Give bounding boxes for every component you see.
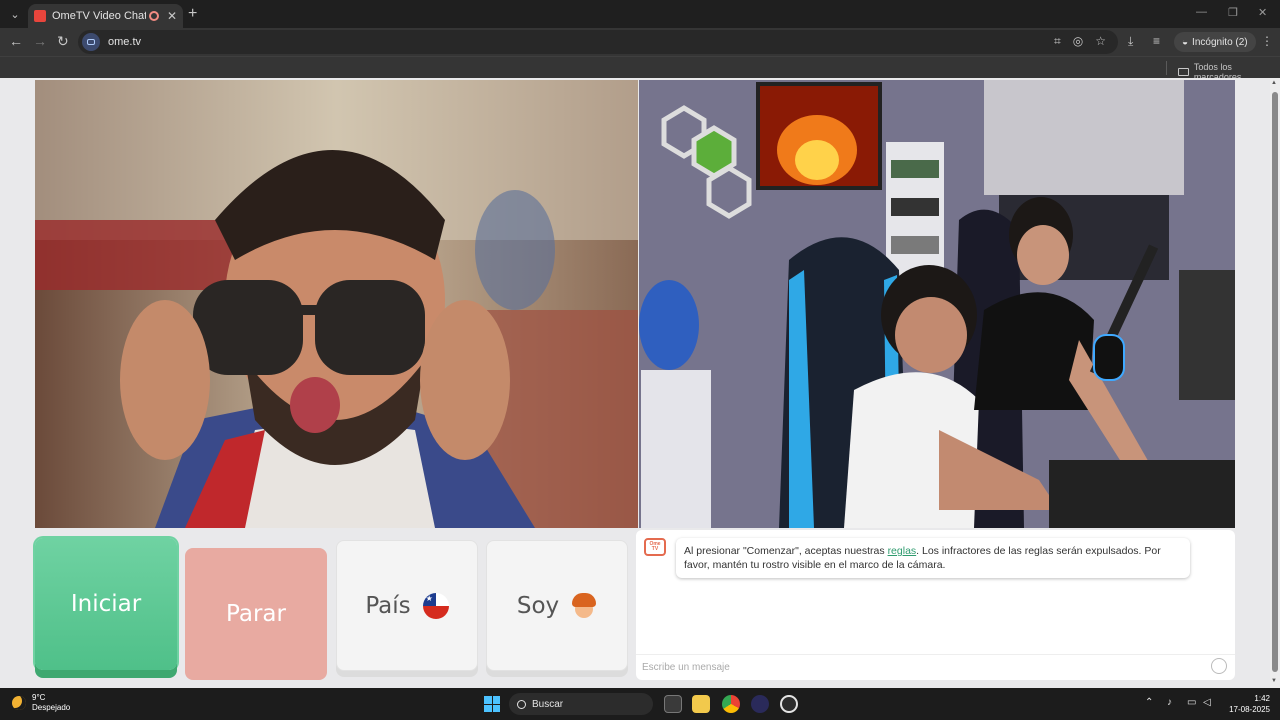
chile-flag-icon: ★ bbox=[422, 592, 449, 619]
taskbar-search[interactable]: Buscar bbox=[509, 693, 653, 715]
rules-link[interactable]: reglas bbox=[888, 545, 917, 557]
microphone-icon[interactable]: ♪ bbox=[1167, 697, 1172, 708]
reload-icon[interactable]: ↻ bbox=[57, 33, 69, 50]
incognito-badge[interactable]: ◒ Incógnito (2) bbox=[1174, 32, 1256, 52]
chrome-icon[interactable] bbox=[722, 695, 740, 713]
media-icon[interactable]: ≡ bbox=[1153, 34, 1160, 48]
browser-tab[interactable]: OmeTV Video Chat — Ome ✕ bbox=[28, 4, 183, 28]
ometv-favicon-icon bbox=[34, 10, 46, 22]
emoji-icon[interactable] bbox=[1211, 658, 1227, 674]
folder-icon bbox=[1178, 68, 1189, 76]
chat-panel: Ome TV Al presionar "Comenzar", aceptas n… bbox=[636, 530, 1235, 680]
eye-off-icon[interactable]: ◎ bbox=[1073, 34, 1083, 49]
page-scrollbar[interactable]: ▲ ▼ bbox=[1270, 78, 1280, 688]
stranger-video bbox=[35, 80, 638, 528]
self-video bbox=[639, 80, 1235, 528]
task-view-icon[interactable] bbox=[664, 695, 682, 713]
forward-icon[interactable]: → bbox=[33, 33, 47, 49]
search-label: Buscar bbox=[532, 698, 564, 710]
back-icon[interactable]: ← bbox=[9, 33, 23, 49]
ometv-page: Iniciar Parar País ★ Soy Ome TV Al presio… bbox=[0, 78, 1280, 688]
network-icon[interactable]: ▭ bbox=[1187, 697, 1196, 708]
download-icon[interactable]: ⤓ bbox=[1128, 34, 1133, 49]
taskbar-clock[interactable]: 1:42 17-08-2025 bbox=[1222, 693, 1270, 715]
obs-icon[interactable] bbox=[780, 695, 798, 713]
close-window-icon[interactable]: ✕ bbox=[1258, 6, 1267, 19]
address-bar[interactable]: ome.tv ⌗ ◎ ☆ bbox=[78, 30, 1118, 54]
stop-button[interactable]: Parar bbox=[185, 548, 327, 680]
search-icon bbox=[517, 699, 526, 709]
tab-title: OmeTV Video Chat — Ome bbox=[52, 10, 146, 22]
windows-taskbar: 9°C Despejado Buscar ⌃ ♪ ▭ ◁ 1:42 17-08-… bbox=[0, 688, 1280, 720]
weather-temp: 9°C bbox=[32, 693, 46, 702]
translate-icon[interactable]: ⌗ bbox=[1054, 34, 1061, 49]
menu-icon[interactable]: ⋮ bbox=[1261, 34, 1273, 48]
tab-search-button[interactable]: ⌄ bbox=[6, 5, 24, 23]
recording-icon bbox=[148, 11, 159, 21]
volume-icon[interactable]: ◁ bbox=[1203, 697, 1211, 708]
windows-start-icon[interactable] bbox=[484, 696, 500, 712]
divider bbox=[1166, 61, 1167, 75]
message-text-start: Al presionar "Comenzar", aceptas nuestra… bbox=[684, 545, 888, 557]
clock-date: 17-08-2025 bbox=[1229, 705, 1270, 714]
browser-toolbar: ← → ↻ ome.tv ⌗ ◎ ☆ ⤓ ≡ ◒ Incógnito (2) ⋮ bbox=[0, 28, 1280, 56]
scroll-thumb[interactable] bbox=[1272, 92, 1278, 672]
site-info-icon[interactable] bbox=[82, 33, 100, 51]
minimize-icon[interactable]: — bbox=[1196, 6, 1207, 18]
clock-time: 1:42 bbox=[1254, 694, 1270, 703]
new-tab-button[interactable]: + bbox=[188, 5, 197, 23]
tab-strip: ⌄ OmeTV Video Chat — Ome ✕ + — ❐ ✕ bbox=[0, 0, 1280, 28]
restore-icon[interactable]: ❐ bbox=[1228, 6, 1238, 19]
stop-label: Parar bbox=[226, 601, 286, 627]
start-label: Iniciar bbox=[70, 591, 142, 617]
bookmarks-bar: Todos los marcadores bbox=[0, 56, 1280, 82]
star-icon[interactable]: ☆ bbox=[1095, 34, 1106, 49]
chat-message-input[interactable] bbox=[642, 659, 1202, 675]
chat-input-row bbox=[636, 654, 1235, 678]
tray-expand-icon[interactable]: ⌃ bbox=[1145, 697, 1153, 708]
weather-desc: Despejado bbox=[32, 703, 71, 712]
app-icon[interactable] bbox=[751, 695, 769, 713]
gender-button[interactable]: Soy bbox=[486, 540, 628, 671]
country-label: País bbox=[365, 592, 411, 619]
scroll-up-icon[interactable]: ▲ bbox=[1271, 80, 1277, 86]
system-message: Al presionar "Comenzar", aceptas nuestra… bbox=[676, 538, 1190, 578]
url-text: ome.tv bbox=[108, 36, 142, 48]
incognito-label: Incógnito (2) bbox=[1192, 36, 1248, 48]
file-explorer-icon[interactable] bbox=[692, 695, 710, 713]
country-button[interactable]: País ★ bbox=[336, 540, 478, 671]
weather-widget[interactable]: 9°C Despejado bbox=[12, 693, 70, 713]
gender-label: Soy bbox=[516, 592, 560, 619]
close-tab-icon[interactable]: ✕ bbox=[167, 9, 177, 23]
scroll-down-icon[interactable]: ▼ bbox=[1271, 678, 1277, 684]
start-button[interactable]: Iniciar bbox=[35, 538, 177, 670]
boy-emoji-icon bbox=[571, 592, 597, 619]
ometv-logo: Ome TV bbox=[644, 538, 666, 556]
moon-icon bbox=[12, 696, 26, 710]
incognito-icon: ◒ bbox=[1182, 36, 1189, 48]
